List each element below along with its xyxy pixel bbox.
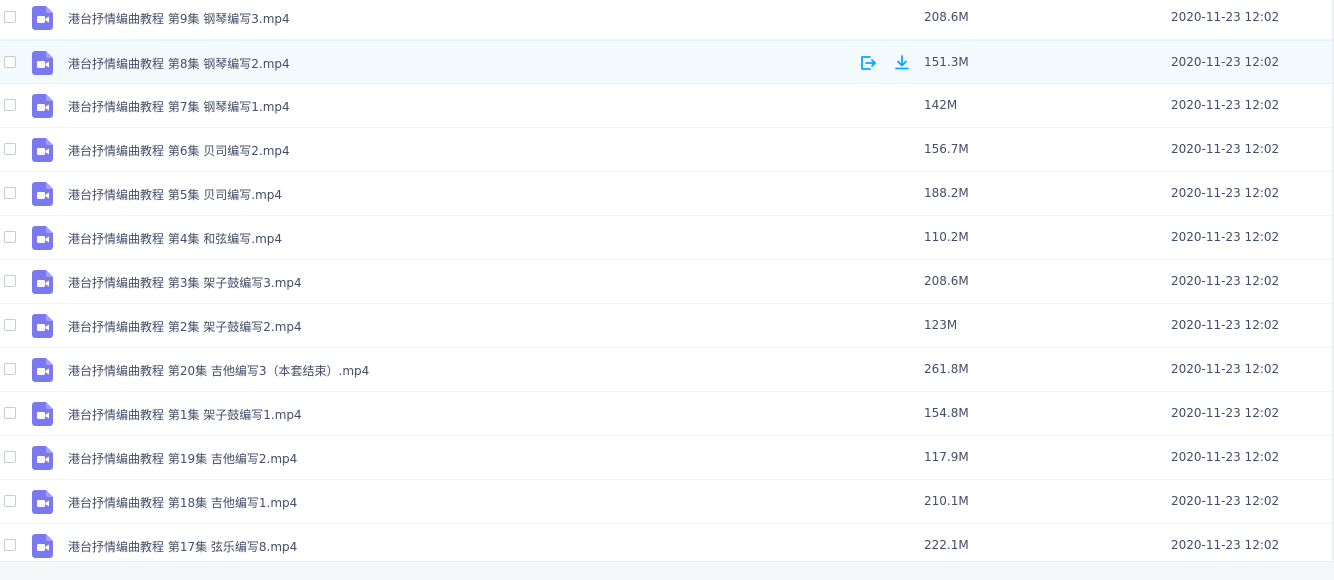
file-date: 2020-11-23 12:02 [1171,494,1280,508]
file-date: 2020-11-23 12:02 [1171,318,1280,332]
file-size: 142M [924,98,958,112]
video-file-icon [32,270,53,294]
row-checkbox[interactable] [4,319,16,331]
file-date: 2020-11-23 12:02 [1171,10,1280,24]
file-date: 2020-11-23 12:02 [1171,406,1280,420]
video-file-icon [32,446,53,470]
file-name[interactable]: 港台抒情编曲教程 第19集 吉他编写2.mp4 [68,450,297,467]
row-checkbox[interactable] [4,99,16,111]
video-file-icon [32,138,53,162]
row-checkbox[interactable] [4,11,16,23]
file-name[interactable]: 港台抒情编曲教程 第2集 架子鼓编写2.mp4 [68,318,302,335]
file-name[interactable]: 港台抒情编曲教程 第4集 和弦编写.mp4 [68,230,282,247]
file-size: 156.7M [924,142,969,156]
row-checkbox[interactable] [4,56,16,68]
row-checkbox[interactable] [4,275,16,287]
video-file-icon [32,358,53,382]
video-file-icon [32,490,53,514]
file-size: 110.2M [924,230,969,244]
share-icon[interactable] [858,53,878,73]
file-size: 188.2M [924,186,969,200]
video-file-icon [32,51,53,75]
row-checkbox[interactable] [4,495,16,507]
file-size: 117.9M [924,450,969,464]
row-checkbox[interactable] [4,451,16,463]
file-row[interactable]: 港台抒情编曲教程 第6集 贝司编写2.mp4 156.7M 2020-11-23… [0,128,1334,172]
video-file-icon [32,226,53,250]
row-checkbox[interactable] [4,363,16,375]
video-file-icon [32,314,53,338]
file-row[interactable]: 港台抒情编曲教程 第1集 架子鼓编写1.mp4 154.8M 2020-11-2… [0,392,1334,436]
file-name[interactable]: 港台抒情编曲教程 第20集 吉他编写3（本套结束）.mp4 [68,362,369,379]
file-size: 154.8M [924,406,969,420]
file-name[interactable]: 港台抒情编曲教程 第6集 贝司编写2.mp4 [68,142,290,159]
file-row[interactable]: 港台抒情编曲教程 第2集 架子鼓编写2.mp4 123M 2020-11-23 … [0,304,1334,348]
file-row[interactable]: 港台抒情编曲教程 第7集 钢琴编写1.mp4 142M 2020-11-23 1… [0,84,1334,128]
file-date: 2020-11-23 12:02 [1171,98,1280,112]
file-date: 2020-11-23 12:02 [1171,538,1280,552]
row-checkbox[interactable] [4,231,16,243]
file-row[interactable]: 港台抒情编曲教程 第8集 钢琴编写2.mp4 151.3M 2020-11-23… [0,40,1334,84]
row-checkbox[interactable] [4,539,16,551]
file-row[interactable]: 港台抒情编曲教程 第3集 架子鼓编写3.mp4 208.6M 2020-11-2… [0,260,1334,304]
file-size: 208.6M [924,274,969,288]
file-date: 2020-11-23 12:02 [1171,274,1280,288]
file-list: 港台抒情编曲教程 第9集 钢琴编写3.mp4 208.6M 2020-11-23… [0,0,1334,568]
file-date: 2020-11-23 12:02 [1171,230,1280,244]
video-file-icon [32,182,53,206]
file-size: 210.1M [924,494,969,508]
file-date: 2020-11-23 12:02 [1171,362,1280,376]
bottom-bar [0,561,1334,580]
file-name[interactable]: 港台抒情编曲教程 第7集 钢琴编写1.mp4 [68,98,290,115]
row-actions [858,53,912,73]
file-date: 2020-11-23 12:02 [1171,55,1280,69]
row-checkbox[interactable] [4,407,16,419]
file-size: 222.1M [924,538,969,552]
file-date: 2020-11-23 12:02 [1171,450,1280,464]
video-file-icon [32,94,53,118]
file-size: 261.8M [924,362,969,376]
file-size: 151.3M [924,55,969,69]
file-name[interactable]: 港台抒情编曲教程 第1集 架子鼓编写1.mp4 [68,406,302,423]
video-file-icon [32,402,53,426]
file-row[interactable]: 港台抒情编曲教程 第18集 吉他编写1.mp4 210.1M 2020-11-2… [0,480,1334,524]
video-file-icon [32,534,53,558]
row-checkbox[interactable] [4,187,16,199]
video-file-icon [32,6,53,30]
row-checkbox[interactable] [4,143,16,155]
file-name[interactable]: 港台抒情编曲教程 第3集 架子鼓编写3.mp4 [68,274,302,291]
file-row[interactable]: 港台抒情编曲教程 第5集 贝司编写.mp4 188.2M 2020-11-23 … [0,172,1334,216]
file-date: 2020-11-23 12:02 [1171,186,1280,200]
file-name[interactable]: 港台抒情编曲教程 第8集 钢琴编写2.mp4 [68,55,290,72]
file-date: 2020-11-23 12:02 [1171,142,1280,156]
file-row[interactable]: 港台抒情编曲教程 第20集 吉他编写3（本套结束）.mp4 261.8M 202… [0,348,1334,392]
file-row[interactable]: 港台抒情编曲教程 第9集 钢琴编写3.mp4 208.6M 2020-11-23… [0,0,1334,40]
file-name[interactable]: 港台抒情编曲教程 第5集 贝司编写.mp4 [68,186,282,203]
download-icon[interactable] [892,53,912,73]
file-name[interactable]: 港台抒情编曲教程 第17集 弦乐编写8.mp4 [68,538,297,555]
file-size: 208.6M [924,10,969,24]
file-name[interactable]: 港台抒情编曲教程 第18集 吉他编写1.mp4 [68,494,297,511]
file-size: 123M [924,318,958,332]
file-name[interactable]: 港台抒情编曲教程 第9集 钢琴编写3.mp4 [68,10,290,27]
file-row[interactable]: 港台抒情编曲教程 第19集 吉他编写2.mp4 117.9M 2020-11-2… [0,436,1334,480]
file-row[interactable]: 港台抒情编曲教程 第4集 和弦编写.mp4 110.2M 2020-11-23 … [0,216,1334,260]
